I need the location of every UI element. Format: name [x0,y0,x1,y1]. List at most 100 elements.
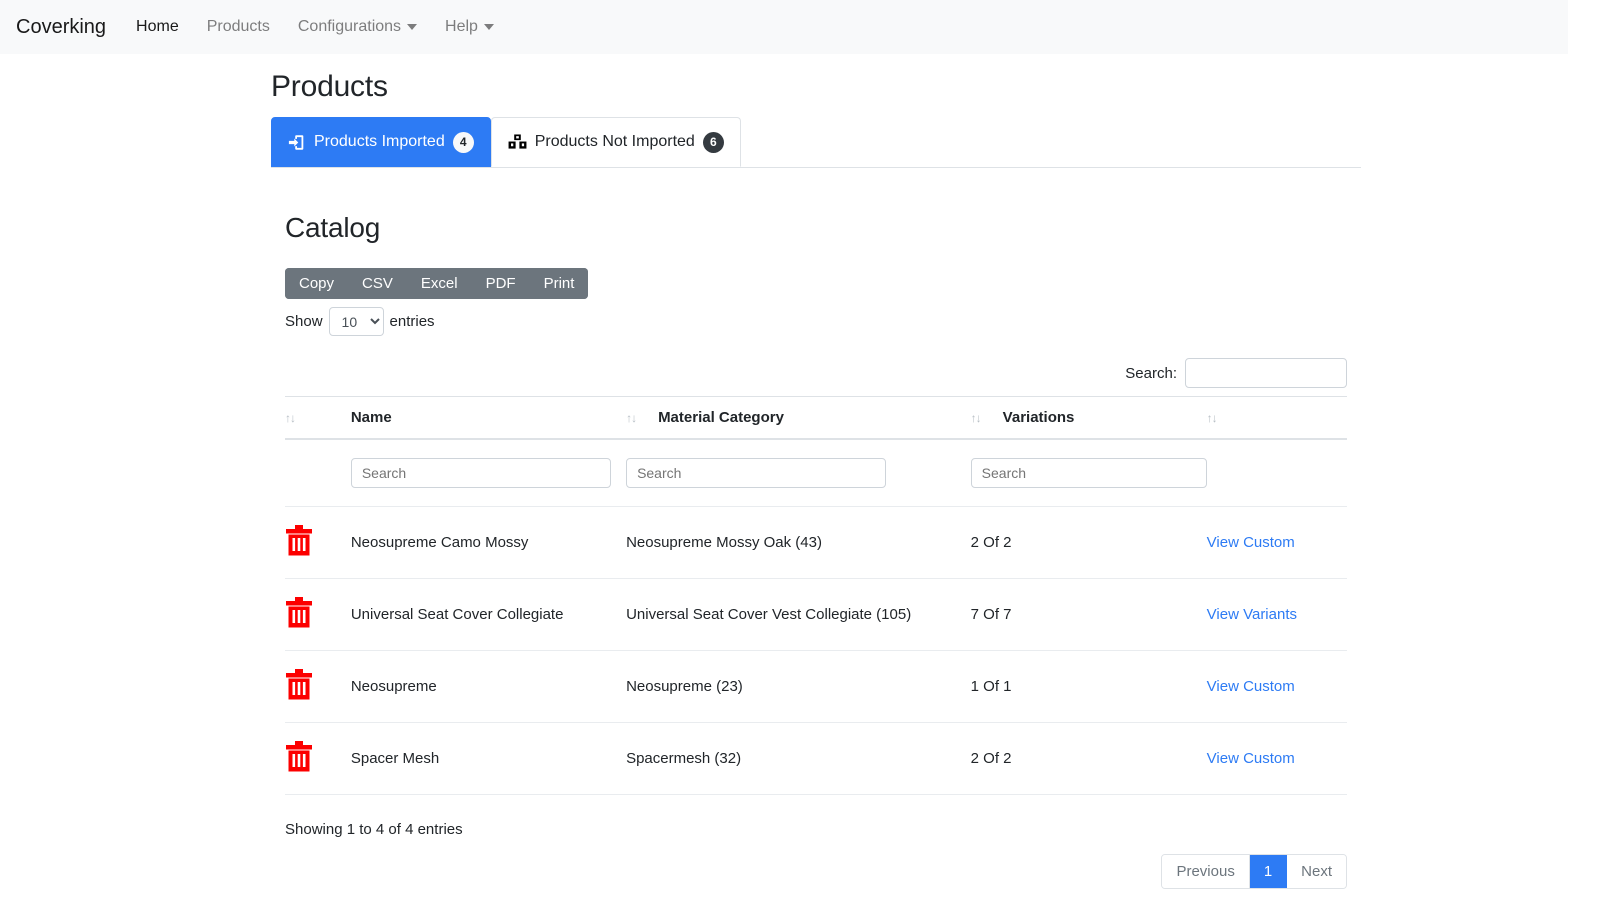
column-header-material-category[interactable]: ↑↓ Material Category [626,396,971,440]
name-filter-input[interactable] [350,458,611,488]
cell-delete [285,578,351,651]
nav-item-home[interactable]: Home [122,10,193,44]
nav-item-help[interactable]: Help [431,10,508,44]
tab-label: Products Not Imported [534,133,695,150]
csv-button[interactable]: CSV [348,268,407,299]
variations-filter-input[interactable] [970,458,1207,488]
nav-item-products[interactable]: Products [193,10,284,44]
cell-variations: 2 Of 2 [970,506,1207,579]
search-label: Search: [1125,364,1177,382]
cell-delete [285,650,351,723]
tab-count-badge: 6 [702,131,724,153]
delete-row-button[interactable] [285,525,313,556]
column-header-delete[interactable]: ↑↓ [285,396,351,440]
filter-cell-name [350,439,627,507]
cell-material-category: Neosupreme Mossy Oak (43) [626,506,971,579]
show-label: Show [285,313,323,330]
trash-icon [285,669,313,700]
table-head: ↑↓ Name ↑↓ Material Category ↑↓ Variatio… [285,396,1347,440]
page-container: Products Products Imported 4 Products No… [0,70,1568,900]
product-tabs: Products Imported 4 Products Not Importe… [271,117,1361,168]
trash-icon [285,741,313,772]
pagination-row: Previous 1 Next [285,854,1347,889]
cell-name: Neosupreme Camo Mossy [350,506,627,579]
sort-arrows-icon: ↑↓ [626,410,637,425]
view-link[interactable]: View Custom [1207,534,1295,551]
top-navbar: Coverking Home Products Configurations H… [0,0,1568,54]
cell-variations: 7 Of 7 [970,578,1207,651]
main-content: Products Products Imported 4 Products No… [271,70,1361,900]
sort-arrows-icon: ↑↓ [1206,410,1218,425]
entries-per-page-select[interactable]: 10 25 50 100 [328,307,384,336]
copy-button[interactable]: Copy [285,268,349,299]
table-row: Neosupreme Neosupreme (23) 1 Of 1 View C… [285,650,1347,723]
search-input[interactable] [1185,358,1347,388]
view-link[interactable]: View Variants [1207,606,1297,623]
pagination-next[interactable]: Next [1287,855,1346,888]
table-row: Spacer Mesh Spacermesh (32) 2 Of 2 View … [285,722,1347,795]
pagination: Previous 1 Next [1161,854,1347,889]
delete-row-button[interactable] [285,741,313,772]
delete-row-button[interactable] [285,669,313,700]
boxes-icon [508,134,527,150]
cell-action: View Custom [1206,506,1347,579]
cell-material-category: Spacermesh (32) [626,722,971,795]
cell-delete [285,722,351,795]
column-filter-row [285,439,1347,507]
table-body: Neosupreme Camo Mossy Neosupreme Mossy O… [285,439,1347,795]
trash-icon [285,597,313,628]
nav-item-label: Products [206,18,270,35]
brand-logo[interactable]: Coverking [16,16,106,39]
file-import-icon [288,134,306,151]
cell-action: View Custom [1206,722,1347,795]
pdf-button[interactable]: PDF [471,268,530,299]
cell-name: Universal Seat Cover Collegiate [350,578,627,651]
global-search-row: Search: [285,358,1347,388]
cell-delete [285,506,351,579]
pagination-previous[interactable]: Previous [1162,855,1250,888]
chevron-down-icon [407,24,418,30]
sort-arrows-icon: ↑↓ [285,410,296,425]
catalog-title: Catalog [285,212,381,243]
export-button-group: Copy CSV Excel PDF Print [285,268,589,299]
cell-material-category: Neosupreme (23) [626,650,971,723]
material-category-filter-input[interactable] [626,458,887,488]
cell-name: Spacer Mesh [350,722,627,795]
nav-links: Home Products Configurations Help [122,10,508,44]
delete-row-button[interactable] [285,597,313,628]
column-header-name[interactable]: Name [350,396,627,440]
catalog-table: ↑↓ Name ↑↓ Material Category ↑↓ Variatio… [285,396,1347,795]
filter-cell-material-category [626,439,971,507]
cell-material-category: Universal Seat Cover Vest Collegiate (10… [626,578,971,651]
tab-products-imported[interactable]: Products Imported 4 [271,117,491,167]
column-header-actions[interactable]: ↑↓ [1206,396,1347,440]
nav-item-label: Configurations [297,18,402,35]
nav-item-label: Home [136,18,179,35]
pagination-page-1[interactable]: 1 [1249,855,1288,888]
tab-label: Products Imported [314,133,445,150]
cell-action: View Variants [1206,578,1347,651]
column-header-variations[interactable]: ↑↓ Variations [970,396,1207,440]
tab-count-badge: 4 [452,131,474,153]
chevron-down-icon [483,24,494,30]
excel-button[interactable]: Excel [406,268,472,299]
filter-cell-variations [970,439,1207,507]
filter-cell-actions [1206,439,1347,507]
table-info: Showing 1 to 4 of 4 entries [285,821,463,838]
table-row: Neosupreme Camo Mossy Neosupreme Mossy O… [285,506,1347,579]
cell-name: Neosupreme [350,650,627,723]
cell-variations: 1 Of 1 [970,650,1207,723]
page-length-control: Show 10 25 50 100 entries [285,307,1347,336]
print-button[interactable]: Print [529,268,589,299]
tab-products-not-imported[interactable]: Products Not Imported 6 [490,117,741,167]
table-header-row: ↑↓ Name ↑↓ Material Category ↑↓ Variatio… [285,396,1347,440]
nav-item-label: Help [445,18,478,35]
table-row: Universal Seat Cover Collegiate Universa… [285,578,1347,651]
view-link[interactable]: View Custom [1207,750,1295,767]
column-label: Name [350,409,392,426]
cell-variations: 2 Of 2 [970,722,1207,795]
entries-label: entries [389,313,435,330]
view-link[interactable]: View Custom [1207,678,1295,695]
nav-item-configurations[interactable]: Configurations [284,10,431,44]
column-label: Variations [1002,409,1075,426]
